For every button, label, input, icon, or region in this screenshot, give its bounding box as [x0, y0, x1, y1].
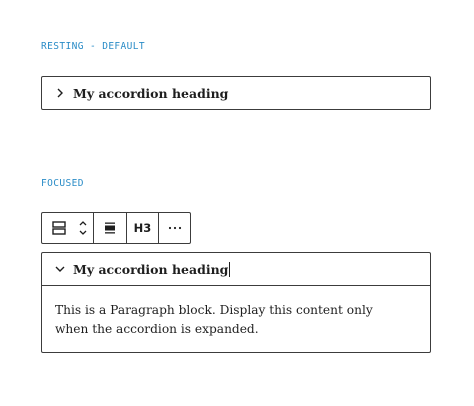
- accordion-block-icon: [52, 221, 66, 235]
- accordion-focused[interactable]: My accordion heading This is a Paragraph…: [41, 252, 431, 353]
- accordion-heading-row[interactable]: My accordion heading: [42, 77, 430, 110]
- align-button[interactable]: [94, 213, 126, 243]
- toolbar-group-more: [159, 213, 190, 243]
- more-options-button[interactable]: [159, 213, 190, 243]
- accordion-heading-text: My accordion heading: [73, 262, 229, 277]
- chevron-right-icon: [57, 88, 63, 98]
- block-type-button[interactable]: [42, 213, 76, 243]
- accordion-resting[interactable]: My accordion heading: [41, 76, 431, 110]
- block-toolbar: H3: [41, 212, 191, 244]
- chevron-down-icon: [55, 266, 65, 272]
- accordion-heading: My accordion heading: [73, 86, 229, 101]
- more-options-icon: [168, 226, 181, 230]
- accordion-content-paragraph[interactable]: This is a Paragraph block. Display this …: [55, 301, 405, 339]
- accordion-heading-editable[interactable]: My accordion heading: [73, 262, 231, 277]
- move-up-down-button[interactable]: [76, 213, 90, 243]
- toolbar-group-align: [94, 213, 127, 243]
- toolbar-group-heading: H3: [127, 213, 159, 243]
- state-label-focused: FOCUSED: [41, 178, 84, 189]
- heading-level-label: H3: [133, 221, 152, 235]
- heading-level-button[interactable]: H3: [127, 213, 158, 243]
- accordion-heading-row[interactable]: My accordion heading: [42, 253, 430, 286]
- toolbar-group-block: [42, 213, 94, 243]
- text-cursor: [229, 262, 231, 277]
- move-up-down-icon: [79, 221, 87, 235]
- align-icon: [105, 222, 115, 234]
- state-label-resting: RESTING - DEFAULT: [41, 41, 146, 52]
